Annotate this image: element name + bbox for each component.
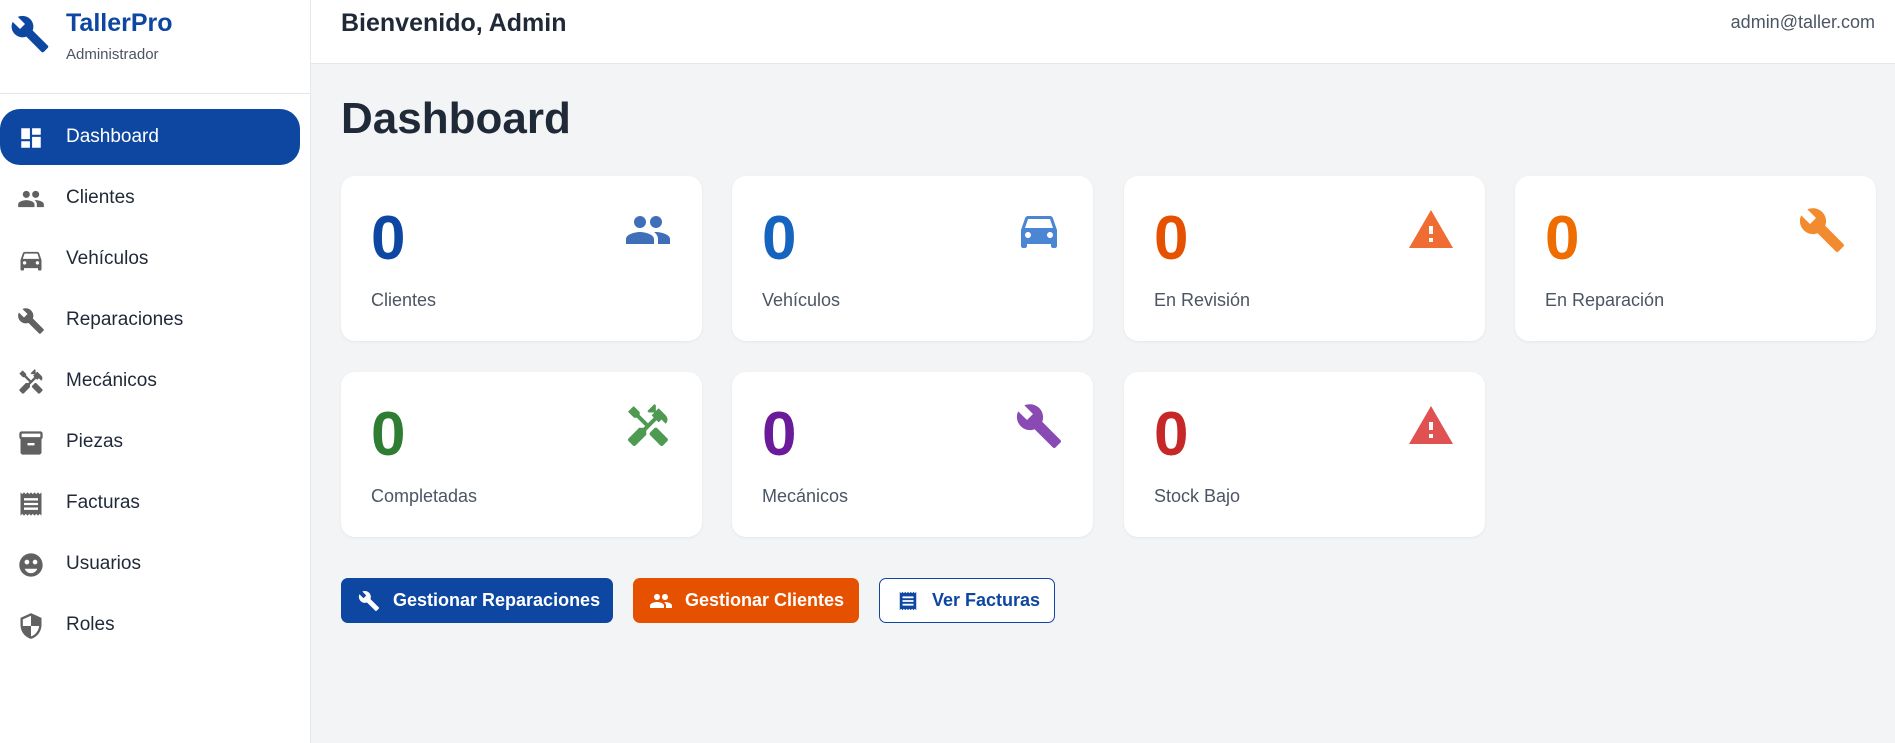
- sidebar-item-piezas[interactable]: Piezas: [0, 414, 300, 470]
- sidebar-item-facturas[interactable]: Facturas: [0, 475, 300, 531]
- car-icon: [1015, 208, 1063, 252]
- stat-label: En Reparación: [1545, 290, 1665, 310]
- sidebar-item-label: Clientes: [66, 187, 135, 208]
- user-role: Administrador: [66, 46, 159, 63]
- sidebar-item-roles[interactable]: Roles: [0, 597, 300, 653]
- stat-value: 0: [371, 400, 406, 469]
- receipt-icon: [896, 589, 920, 613]
- sidebar-item-label: Piezas: [66, 431, 124, 452]
- stat-value: 0: [762, 400, 797, 469]
- stat-card-en-reparacion[interactable]: 0 En Reparación: [1515, 176, 1876, 341]
- stat-card-vehiculos[interactable]: 0 Vehículos: [732, 176, 1093, 341]
- stat-card-stock-bajo[interactable]: 0 Stock Bajo: [1124, 372, 1485, 537]
- sidebar-item-usuarios[interactable]: Usuarios: [0, 536, 300, 592]
- sidebar-item-vehiculos[interactable]: Vehículos: [0, 231, 300, 287]
- button-label: Gestionar Clientes: [685, 590, 845, 610]
- ver-facturas-button[interactable]: Ver Facturas: [879, 578, 1055, 623]
- sidebar: TallerPro Administrador Dashboard Client…: [0, 0, 311, 743]
- car-icon: [16, 246, 46, 274]
- wrench-icon: [1798, 208, 1846, 252]
- stat-card-clientes[interactable]: 0 Clientes: [341, 176, 702, 341]
- stat-value: 0: [371, 204, 406, 273]
- app-name: TallerPro: [66, 9, 173, 37]
- stat-card-completadas[interactable]: 0 Completadas: [341, 372, 702, 537]
- brand: TallerPro Administrador: [0, 0, 310, 94]
- people-icon: [16, 185, 46, 213]
- sidebar-nav: Dashboard Clientes Vehículos Reparacione…: [0, 109, 311, 658]
- stat-value: 0: [762, 204, 797, 273]
- stat-label: Stock Bajo: [1154, 486, 1241, 506]
- sidebar-item-label: Roles: [66, 614, 115, 635]
- sidebar-item-dashboard[interactable]: Dashboard: [0, 109, 300, 165]
- sidebar-item-clientes[interactable]: Clientes: [0, 170, 300, 226]
- sidebar-item-label: Usuarios: [66, 553, 141, 574]
- button-label: Gestionar Reparaciones: [393, 590, 601, 610]
- face-icon: [16, 551, 46, 579]
- tools-icon: [16, 368, 46, 396]
- button-label: Ver Facturas: [932, 590, 1041, 610]
- wrench-icon: [16, 307, 46, 335]
- warning-icon: [1407, 208, 1455, 252]
- stat-label: Vehículos: [762, 290, 841, 310]
- sidebar-item-label: Reparaciones: [66, 309, 184, 330]
- stat-value: 0: [1154, 400, 1189, 469]
- wrench-icon: [1015, 404, 1063, 448]
- sidebar-item-label: Mecánicos: [66, 370, 157, 391]
- sidebar-item-label: Facturas: [66, 492, 140, 513]
- topbar: Bienvenido, Admin admin@taller.com: [311, 0, 1895, 64]
- gestionar-clientes-button[interactable]: Gestionar Clientes: [633, 578, 859, 623]
- stat-value: 0: [1545, 204, 1580, 273]
- receipt-icon: [16, 490, 46, 518]
- gestionar-reparaciones-button[interactable]: Gestionar Reparaciones: [341, 578, 613, 623]
- wrench-icon: [11, 15, 49, 53]
- welcome-text: Bienvenido, Admin: [341, 9, 567, 37]
- warning-icon: [1407, 404, 1455, 448]
- stat-label: En Revisión: [1154, 290, 1251, 310]
- page-title: Dashboard: [341, 94, 571, 143]
- stat-label: Completadas: [371, 486, 478, 506]
- sidebar-item-mecanicos[interactable]: Mecánicos: [0, 353, 300, 409]
- user-email[interactable]: admin@taller.com: [1731, 12, 1875, 33]
- people-icon: [624, 208, 672, 252]
- shield-icon: [16, 612, 46, 640]
- stat-label: Clientes: [371, 290, 437, 310]
- stat-card-mecanicos[interactable]: 0 Mecánicos: [732, 372, 1093, 537]
- stat-label: Mecánicos: [762, 486, 849, 506]
- tools-icon: [624, 404, 672, 448]
- stat-value: 0: [1154, 204, 1189, 273]
- people-icon: [649, 589, 673, 613]
- sidebar-item-reparaciones[interactable]: Reparaciones: [0, 292, 300, 348]
- dashboard-icon: [16, 124, 46, 152]
- archive-icon: [16, 429, 46, 457]
- sidebar-item-label: Vehículos: [66, 248, 149, 269]
- wrench-icon: [357, 589, 381, 613]
- sidebar-item-label: Dashboard: [66, 126, 159, 147]
- stat-card-en-revision[interactable]: 0 En Revisión: [1124, 176, 1485, 341]
